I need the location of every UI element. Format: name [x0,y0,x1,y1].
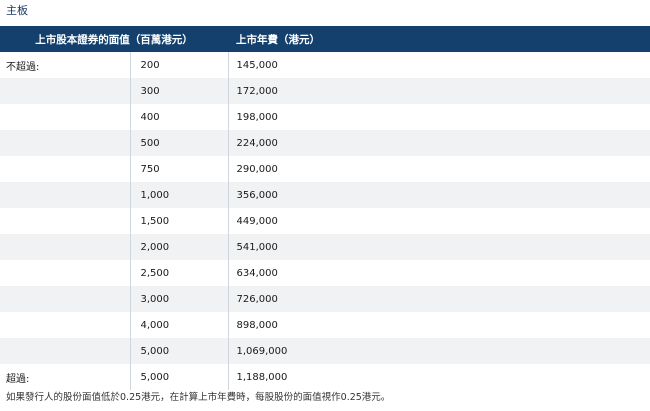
cell-par-value: 4,000 [130,312,229,338]
cell-annual-fee: 726,000 [236,293,278,305]
table-row: 1,500 449,000 [0,208,650,234]
table-row: 500 224,000 [0,130,650,156]
cell-condition [0,286,131,312]
table-row: 750 290,000 [0,156,650,182]
cell-par-value: 5,000 [130,338,229,364]
cell-par-value: 2,500 [130,260,229,286]
table-row: 3,000 726,000 [0,286,650,312]
header-par-value: 上市股本證券的面值（百萬港元） [35,33,193,46]
cell-condition [0,182,131,208]
cell-condition [0,208,131,234]
cell-annual-fee: 224,000 [236,137,278,149]
cell-annual-fee: 449,000 [236,215,278,227]
listing-fee-table: 上市股本證券的面值（百萬港元） 上市年費（港元） 不超過: 200 145,00… [0,26,650,390]
table-row: 300 172,000 [0,78,650,104]
cell-par-value: 400 [130,104,229,130]
cell-annual-fee: 541,000 [236,241,278,253]
cell-par-value: 750 [130,156,229,182]
cell-par-value: 1,500 [130,208,229,234]
section-title: 主板 [6,4,28,17]
table-row: 4,000 898,000 [0,312,650,338]
cell-condition [0,338,131,364]
cell-par-value: 300 [130,78,229,104]
cell-condition [0,78,131,104]
cell-condition [0,234,131,260]
cell-par-value: 200 [130,52,229,78]
table-row: 超過: 5,000 1,188,000 [0,364,650,390]
footnote: 如果發行人的股份面值低於0.25港元，在計算上市年費時，每股股份的面值視作0.2… [6,392,391,403]
cell-annual-fee: 145,000 [236,59,278,71]
table-row: 2,500 634,000 [0,260,650,286]
table-row: 不超過: 200 145,000 [0,52,650,78]
table-row: 400 198,000 [0,104,650,130]
cell-par-value: 500 [130,130,229,156]
cell-condition [0,312,131,338]
cell-condition: 不超過: [0,52,131,78]
cell-annual-fee: 898,000 [236,319,278,331]
cell-annual-fee: 198,000 [236,111,278,123]
table-row: 5,000 1,069,000 [0,338,650,364]
cell-condition [0,104,131,130]
cell-annual-fee: 172,000 [236,85,278,97]
table-header-row: 上市股本證券的面值（百萬港元） 上市年費（港元） [0,26,650,52]
cell-condition [0,260,131,286]
cell-annual-fee: 634,000 [236,267,278,279]
header-annual-fee: 上市年費（港元） [236,33,320,46]
cell-par-value: 1,000 [130,182,229,208]
cell-annual-fee: 1,188,000 [236,371,288,383]
cell-annual-fee: 290,000 [236,163,278,175]
table-row: 1,000 356,000 [0,182,650,208]
cell-par-value: 3,000 [130,286,229,312]
cell-condition: 超過: [0,364,131,390]
cell-annual-fee: 1,069,000 [236,345,288,357]
cell-condition [0,156,131,182]
table-row: 2,000 541,000 [0,234,650,260]
cell-par-value: 2,000 [130,234,229,260]
cell-par-value: 5,000 [130,364,229,390]
cell-annual-fee: 356,000 [236,189,278,201]
cell-condition [0,130,131,156]
